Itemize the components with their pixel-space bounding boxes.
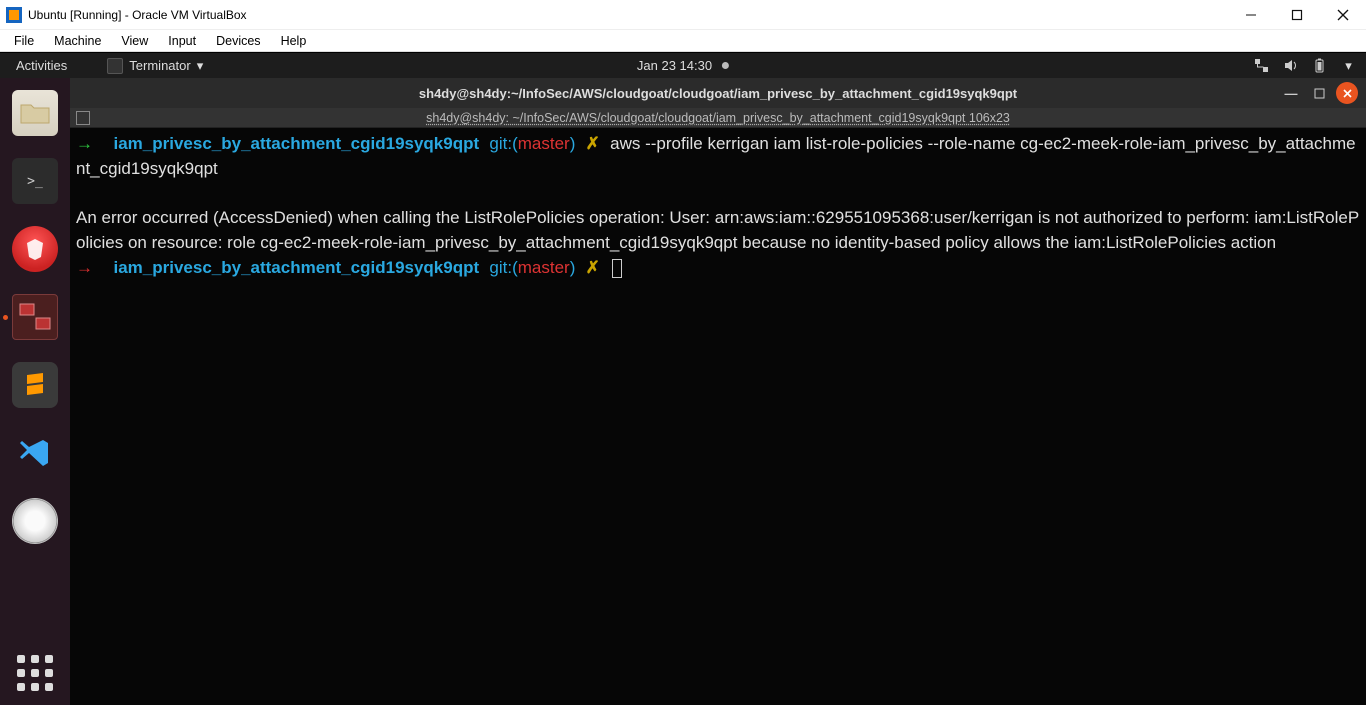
prompt-arrow: → [76, 258, 93, 277]
notification-dot-icon [722, 62, 729, 69]
app-menu-label: Terminator [129, 58, 190, 73]
dock-terminal[interactable]: >_ [12, 158, 58, 204]
terminal-tab-label[interactable]: sh4dy@sh4dy: ~/InfoSec/AWS/cloudgoat/clo… [426, 111, 1010, 125]
prompt-branch: master [518, 258, 570, 277]
dock-sublime-text[interactable] [12, 362, 58, 408]
network-icon [1254, 58, 1269, 73]
dock-files[interactable] [12, 90, 58, 136]
prompt-cwd: iam_privesc_by_attachment_cgid19syqk9qpt [113, 258, 479, 277]
terminator-window: sh4dy@sh4dy:~/InfoSec/AWS/cloudgoat/clou… [70, 78, 1366, 705]
window-close-button[interactable] [1336, 82, 1358, 104]
chevron-down-icon: ▾ [197, 58, 204, 74]
prompt-dirty-icon: ✗ [586, 258, 600, 277]
dock-vscode[interactable] [12, 430, 58, 476]
prompt-cwd: iam_privesc_by_attachment_cgid19syqk9qpt [113, 134, 479, 153]
virtualbox-icon [6, 7, 22, 23]
prompt-arrow: → [76, 134, 93, 153]
menu-view[interactable]: View [111, 32, 158, 50]
system-status-area[interactable]: ▾ [1254, 58, 1356, 73]
window-maximize-button[interactable] [1308, 82, 1330, 104]
dock-remote-desktop[interactable] [12, 294, 58, 340]
dock-show-applications[interactable] [17, 655, 53, 691]
menu-machine[interactable]: Machine [44, 32, 111, 50]
clock-label: Jan 23 14:30 [637, 58, 712, 73]
menu-help[interactable]: Help [271, 32, 317, 50]
dock: >_ [0, 78, 70, 705]
menu-input[interactable]: Input [158, 32, 206, 50]
terminator-app-icon [107, 58, 123, 74]
virtualbox-menubar: File Machine View Input Devices Help [0, 30, 1366, 52]
prompt-git-label: git: [489, 134, 512, 153]
host-maximize-button[interactable] [1274, 0, 1320, 30]
host-close-button[interactable] [1320, 0, 1366, 30]
prompt-branch: master [518, 134, 570, 153]
terminal-window-title: sh4dy@sh4dy:~/InfoSec/AWS/cloudgoat/clou… [419, 86, 1017, 101]
menu-file[interactable]: File [4, 32, 44, 50]
command-output: An error occurred (AccessDenied) when ca… [76, 208, 1359, 252]
split-pane-icon[interactable] [76, 111, 90, 125]
cursor [612, 259, 622, 278]
dock-brave-browser[interactable] [12, 226, 58, 272]
workspace: >_ sh4dy@sh4dy:~/InfoSec/AWS/cloudgoat/c… [0, 78, 1366, 705]
window-minimize-button[interactable]: — [1280, 82, 1302, 104]
app-menu[interactable]: Terminator ▾ [107, 58, 203, 74]
host-minimize-button[interactable] [1228, 0, 1274, 30]
activities-button[interactable]: Activities [10, 58, 73, 73]
menu-devices[interactable]: Devices [206, 32, 270, 50]
chevron-down-icon: ▾ [1341, 58, 1356, 73]
terminal-titlebar[interactable]: sh4dy@sh4dy:~/InfoSec/AWS/cloudgoat/clou… [70, 78, 1366, 108]
terminal-body[interactable]: → iam_privesc_by_attachment_cgid19syqk9q… [70, 128, 1366, 705]
gnome-top-panel: Activities Terminator ▾ Jan 23 14:30 ▾ [0, 52, 1366, 78]
battery-icon [1312, 58, 1327, 73]
host-window-titlebar: Ubuntu [Running] - Oracle VM VirtualBox [0, 0, 1366, 30]
dock-disk[interactable] [12, 498, 58, 544]
prompt-dirty-icon: ✗ [586, 134, 600, 153]
host-window-title: Ubuntu [Running] - Oracle VM VirtualBox [28, 8, 247, 22]
volume-icon [1283, 58, 1298, 73]
terminal-tab-bar: sh4dy@sh4dy: ~/InfoSec/AWS/cloudgoat/clo… [70, 108, 1366, 128]
clock[interactable]: Jan 23 14:30 [637, 58, 729, 73]
prompt-git-label: git: [489, 258, 512, 277]
